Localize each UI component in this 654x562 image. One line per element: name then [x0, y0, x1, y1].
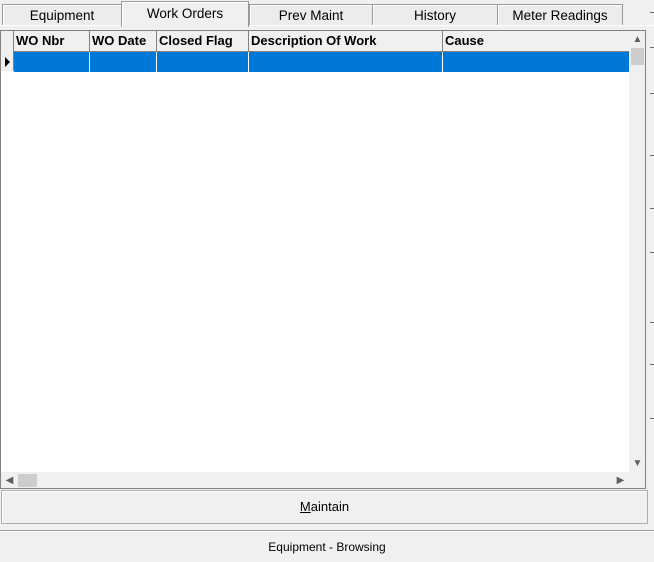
work-orders-grid[interactable]: WO Nbr WO Date Closed Flag Description O… [0, 30, 646, 489]
maintain-accelerator: M [299, 499, 311, 514]
edge-tick [650, 418, 654, 419]
edge-tick [650, 322, 654, 323]
edge-tick [650, 208, 654, 209]
tab-work-orders[interactable]: Work Orders [121, 1, 249, 27]
edge-tick [650, 93, 654, 94]
scrollbar-corner [629, 472, 645, 488]
status-bar: Equipment - Browsing [268, 540, 386, 554]
cell-cause[interactable] [443, 52, 629, 72]
tab-equipment[interactable]: Equipment [2, 4, 122, 25]
tab-meter-readings[interactable]: Meter Readings [497, 4, 623, 25]
current-row-indicator[interactable] [1, 51, 14, 71]
edge-tick [650, 47, 654, 48]
scroll-down-icon[interactable]: ▼ [629, 455, 645, 472]
edge-tick [650, 252, 654, 253]
vertical-scrollbar[interactable]: ▲ ▼ [629, 31, 645, 472]
column-header-cause[interactable]: Cause [443, 31, 629, 51]
edge-tick [650, 155, 654, 156]
row-pointer-icon [5, 57, 10, 67]
scroll-left-icon[interactable]: ◀ [1, 472, 18, 488]
scroll-right-icon[interactable]: ▶ [612, 472, 629, 488]
horizontal-scroll-thumb[interactable] [18, 474, 37, 487]
edge-tick [650, 364, 654, 365]
maintain-button[interactable]: Maintain [1, 490, 648, 524]
cell-description-of-work[interactable] [249, 52, 443, 72]
table-row[interactable] [14, 52, 629, 72]
cell-closed-flag[interactable] [157, 52, 249, 72]
grid-header: WO Nbr WO Date Closed Flag Description O… [1, 31, 629, 52]
edge-tick [650, 12, 654, 13]
tab-strip: Equipment Work Orders Prev Maint History… [0, 0, 654, 28]
vertical-scroll-thumb[interactable] [631, 48, 644, 65]
cell-wo-date[interactable] [90, 52, 157, 72]
horizontal-scrollbar[interactable]: ◀ ▶ [1, 472, 629, 488]
tab-history[interactable]: History [372, 4, 498, 25]
scroll-up-icon[interactable]: ▲ [629, 31, 645, 48]
column-header-wo-date[interactable]: WO Date [90, 31, 157, 51]
maintain-label: aintain [310, 499, 350, 514]
column-header-wo-nbr[interactable]: WO Nbr [14, 31, 90, 51]
column-header-closed-flag[interactable]: Closed Flag [157, 31, 249, 51]
tab-prev-maint[interactable]: Prev Maint [249, 4, 373, 25]
column-header-description-of-work[interactable]: Description Of Work [249, 31, 443, 51]
cell-wo-nbr[interactable] [14, 52, 90, 72]
row-indicator-header [1, 31, 14, 51]
status-divider [0, 530, 654, 532]
